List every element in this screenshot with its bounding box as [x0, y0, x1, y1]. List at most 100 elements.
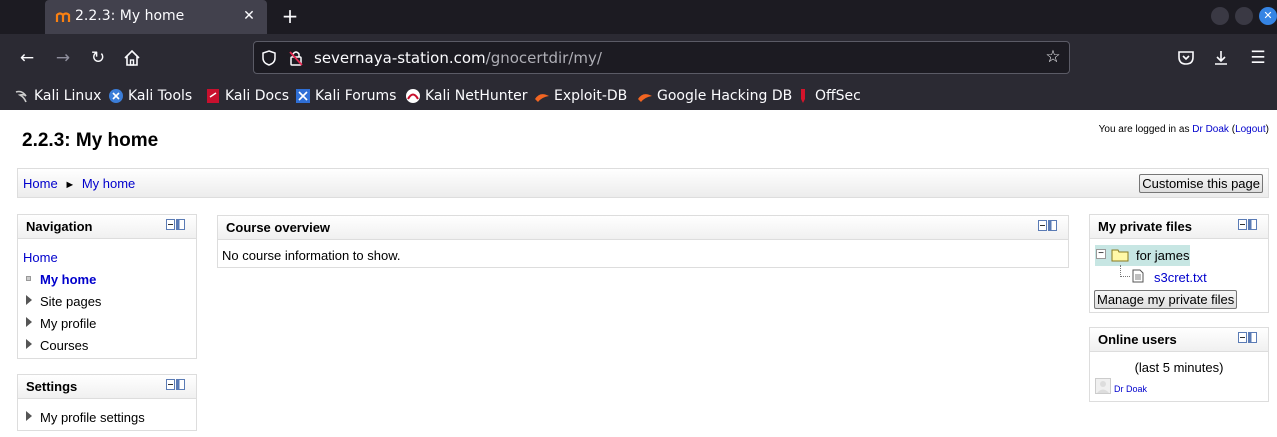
settings-block-header: Settings: [18, 375, 196, 399]
kali-dragon-icon: [15, 90, 27, 103]
bookmark-label: Kali Linux: [34, 88, 102, 104]
block-controls-icon[interactable]: [166, 219, 186, 231]
online-users-title: Online users: [1098, 332, 1177, 347]
new-tab-icon[interactable]: +: [278, 4, 302, 28]
private-files-header: My private files: [1090, 215, 1268, 239]
bookmark-label: Google Hacking DB: [657, 88, 793, 104]
exploit-db-icon: [535, 94, 549, 102]
expand-arrow-icon[interactable]: [26, 317, 32, 327]
block-controls-icon[interactable]: [166, 379, 186, 391]
url-path: /gnocertdir/my/: [485, 49, 602, 67]
kali-tools-icon: [109, 89, 123, 103]
home-icon[interactable]: [121, 47, 143, 69]
address-bar[interactable]: severnaya-station.com/gnocertdir/my/ ☆: [253, 41, 1070, 74]
customise-page-button[interactable]: Customise this page: [1139, 174, 1263, 193]
bookmark-label: Kali Tools: [128, 88, 193, 104]
bookmark-label: Kali Forums: [315, 88, 397, 104]
bookmark-kali-tools[interactable]: Kali Tools: [108, 86, 192, 106]
nethunter-icon: [406, 89, 420, 103]
bookmark-google-hacking-db[interactable]: Google Hacking DB: [637, 86, 792, 106]
manage-private-files-button[interactable]: Manage my private files: [1094, 290, 1238, 309]
user-avatar-icon: [1095, 378, 1111, 394]
menu-hamburger-icon[interactable]: ☰: [1246, 46, 1270, 70]
text-file-icon: [1132, 269, 1144, 283]
shield-icon[interactable]: [260, 49, 278, 67]
bookmark-kali-docs[interactable]: Kali Docs: [205, 86, 289, 106]
nav-my-home-link[interactable]: My home: [40, 272, 96, 287]
maximize-button[interactable]: [1235, 7, 1253, 25]
secret-file-link[interactable]: s3cret.txt: [1154, 270, 1207, 285]
breadcrumb-my-home-link[interactable]: My home: [82, 176, 135, 191]
pocket-icon[interactable]: [1175, 47, 1197, 69]
bullet-square-icon: [26, 276, 31, 281]
block-controls-icon[interactable]: [1238, 219, 1258, 231]
minimize-button[interactable]: [1211, 7, 1229, 25]
course-overview-block: Course overview No course information to…: [217, 215, 1069, 268]
url-text[interactable]: severnaya-station.com/gnocertdir/my/: [314, 49, 602, 67]
offsec-icon: [801, 89, 805, 103]
tab-close-icon[interactable]: ✕: [239, 6, 259, 26]
expand-arrow-icon[interactable]: [26, 411, 32, 421]
tab-bar: 2.2.3: My home ✕ + ✕: [0, 0, 1277, 34]
settings-block: Settings My profile settings: [17, 374, 197, 431]
bookmark-label: Exploit-DB: [554, 88, 628, 104]
nav-my-profile[interactable]: My profile: [40, 316, 96, 331]
online-user-link[interactable]: Dr Doak: [1114, 384, 1147, 394]
reload-icon[interactable]: ↻: [86, 46, 110, 70]
page-title: 2.2.3: My home: [22, 130, 159, 151]
bookmark-exploit-db[interactable]: Exploit-DB: [534, 86, 627, 106]
online-users-header: Online users: [1090, 328, 1268, 352]
breadcrumb-bar: Home ► My home Customise this page: [17, 168, 1269, 198]
navigation-block-title: Navigation: [26, 219, 93, 234]
bookmark-kali-forums[interactable]: Kali Forums: [295, 86, 396, 106]
course-overview-empty-text: No course information to show.: [222, 248, 401, 263]
breadcrumb: Home ► My home: [23, 176, 135, 191]
tab-title: 2.2.3: My home: [75, 8, 185, 24]
nav-site-pages[interactable]: Site pages: [40, 294, 101, 309]
folder-icon: [1111, 249, 1129, 262]
page-content: 2.2.3: My home You are logged in as Dr D…: [0, 110, 1277, 437]
login-prefix: You are logged in as: [1098, 124, 1190, 135]
window-close-button[interactable]: ✕: [1259, 7, 1277, 25]
block-controls-icon[interactable]: [1038, 220, 1058, 232]
course-overview-header: Course overview: [218, 216, 1068, 240]
block-controls-icon[interactable]: [1238, 332, 1258, 344]
bookmark-kali-nethunter[interactable]: Kali NetHunter: [405, 86, 527, 106]
navigation-block: Navigation Home My home Site pages My pr…: [17, 214, 197, 359]
nav-home-link[interactable]: Home: [23, 250, 58, 265]
bookmark-kali-linux[interactable]: Kali Linux: [14, 86, 101, 106]
course-overview-title: Course overview: [226, 220, 331, 235]
forward-arrow-icon[interactable]: →: [51, 46, 75, 70]
nav-my-profile-settings[interactable]: My profile settings: [40, 410, 145, 425]
bookmark-label: Kali Docs: [225, 88, 290, 104]
collapse-tree-icon[interactable]: −: [1096, 249, 1106, 259]
ghdb-icon: [638, 94, 652, 102]
bookmark-label: OffSec: [815, 88, 861, 104]
bookmark-label: Kali NetHunter: [425, 88, 528, 104]
breadcrumb-home-link[interactable]: Home: [23, 176, 58, 191]
insecure-lock-icon[interactable]: [287, 49, 305, 67]
back-arrow-icon[interactable]: ←: [15, 46, 39, 70]
nav-courses[interactable]: Courses: [40, 338, 88, 353]
login-paren-close: ): [1265, 124, 1269, 135]
private-files-block: My private files − for james s3cret.txt …: [1089, 214, 1269, 313]
folder-name: for james: [1136, 248, 1190, 263]
bookmark-offsec[interactable]: OffSec: [795, 86, 861, 106]
moodle-favicon-icon: [55, 12, 71, 22]
login-info: You are logged in as Dr Doak (Logout): [1099, 124, 1269, 135]
kali-docs-icon: [207, 89, 219, 103]
bookmark-star-icon[interactable]: ☆: [1043, 47, 1063, 67]
url-domain: severnaya-station.com: [314, 49, 486, 67]
browser-tab[interactable]: 2.2.3: My home ✕: [45, 0, 267, 34]
navigation-block-header: Navigation: [18, 215, 196, 239]
online-users-period: (last 5 minutes): [1134, 360, 1224, 375]
user-profile-link[interactable]: Dr Doak: [1192, 124, 1229, 135]
online-users-block: Online users (last 5 minutes) Dr Doak: [1089, 327, 1269, 402]
expand-arrow-icon[interactable]: [26, 339, 32, 349]
settings-block-title: Settings: [26, 379, 78, 394]
downloads-icon[interactable]: [1210, 47, 1232, 69]
private-files-title: My private files: [1098, 219, 1192, 234]
expand-arrow-icon[interactable]: [26, 295, 32, 305]
logout-link[interactable]: Logout: [1235, 124, 1266, 135]
tree-connector: [1120, 265, 1130, 277]
